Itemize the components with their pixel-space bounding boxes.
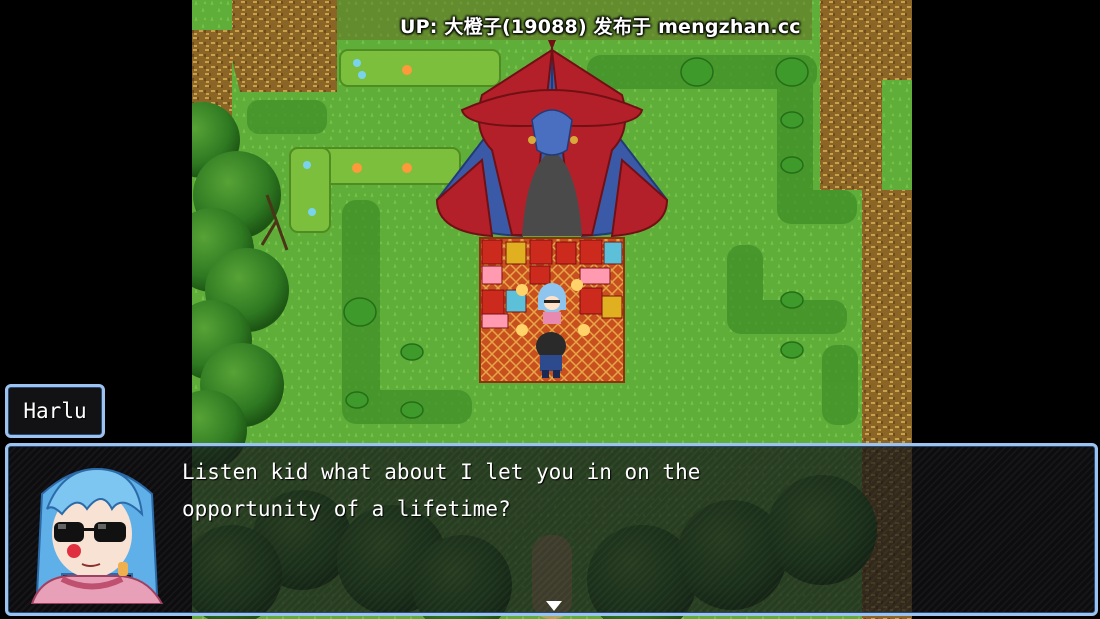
speaker-name: Harlu [23, 399, 87, 423]
watermark-text: UP: 大橙子(19088) 发布于 mengzhan.cc [400, 16, 801, 38]
advance-arrow-icon[interactable] [545, 600, 563, 612]
game-screen: UP: 大橙子(19088) 发布于 mengzhan.cc Harlu Lis… [0, 0, 1100, 619]
speaker-portrait [22, 454, 172, 605]
dialog-line-2: opportunity of a lifetime? [182, 497, 511, 521]
message-window[interactable]: Listen kid what about I let you in on th… [5, 443, 1098, 616]
dialog-line-1: Listen kid what about I let you in on th… [182, 460, 701, 484]
speaker-namebox: Harlu [5, 384, 105, 438]
